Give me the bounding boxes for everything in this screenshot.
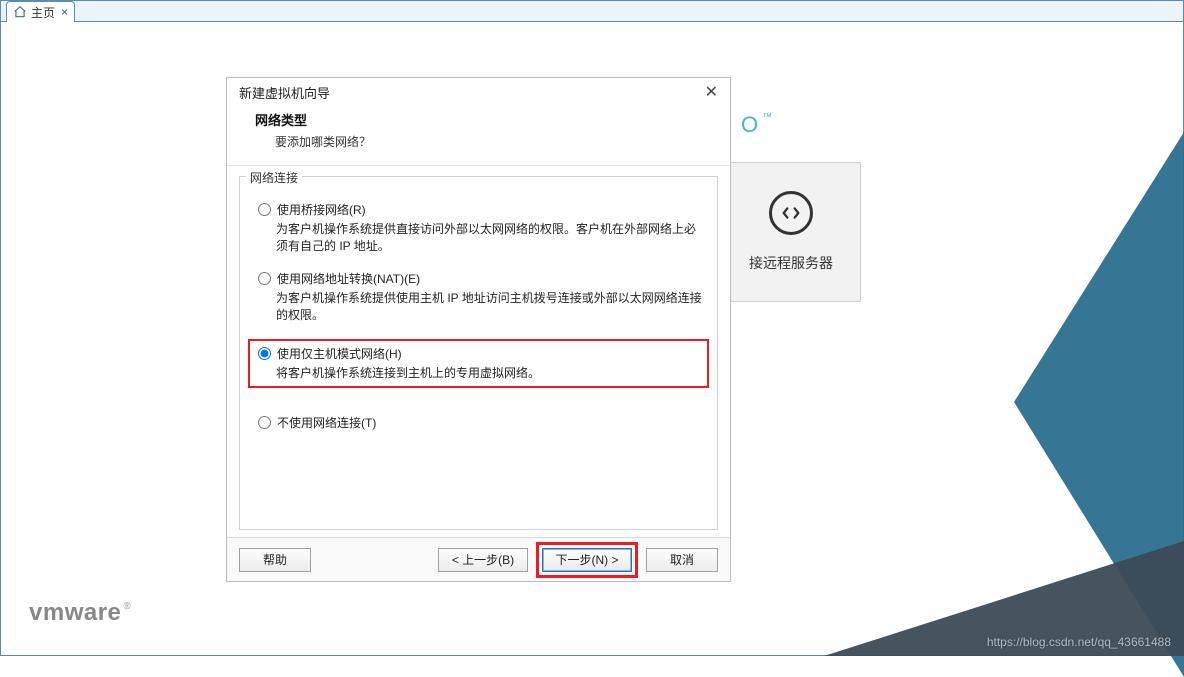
- radio-none-label: 不使用网络连接(T): [277, 414, 376, 431]
- main-area: O™ 接远程服务器 新建虚拟机向导 ✕ 网络类型 要添加哪类网络？ 网络连接 使…: [1, 22, 1183, 655]
- next-button-highlight: 下一步(N) >: [536, 542, 638, 578]
- tile-label: 接远程服务器: [749, 253, 833, 273]
- tab-bar: 主页 ×: [1, 1, 1183, 22]
- radio-nat-desc: 为客户机操作系统提供使用主机 IP 地址访问主机拨号连接或外部以太网网络连接的权…: [276, 290, 703, 325]
- radio-bridge-desc: 为客户机操作系统提供直接访问外部以太网网络的权限。客户机在外部网络上必须有自己的…: [276, 221, 703, 256]
- vmware-logo: vmware®: [29, 599, 131, 627]
- radio-nat-input[interactable]: [258, 272, 271, 285]
- dialog-title: 新建虚拟机向导: [239, 83, 330, 102]
- radio-hostonly[interactable]: 使用仅主机模式网络(H): [254, 345, 703, 362]
- connect-remote-server-tile[interactable]: 接远程服务器: [721, 162, 861, 302]
- radio-nat-label: 使用网络地址转换(NAT)(E): [277, 270, 420, 287]
- tab-home[interactable]: 主页 ×: [6, 1, 75, 22]
- radio-bridge-input[interactable]: [258, 203, 271, 216]
- home-icon: [13, 5, 27, 19]
- tab-label: 主页: [31, 4, 55, 21]
- group-legend: 网络连接: [246, 169, 302, 186]
- dialog-question: 要添加哪类网络？: [275, 133, 702, 150]
- new-vm-wizard-dialog: 新建虚拟机向导 ✕ 网络类型 要添加哪类网络？ 网络连接 使用桥接网络(R) 为…: [226, 77, 731, 582]
- next-button[interactable]: 下一步(N) >: [542, 548, 632, 572]
- help-button[interactable]: 帮助: [239, 548, 311, 572]
- connect-remote-icon: [769, 191, 813, 235]
- close-icon[interactable]: ✕: [701, 82, 722, 102]
- radio-nat[interactable]: 使用网络地址转换(NAT)(E): [254, 270, 703, 287]
- radio-bridge-label: 使用桥接网络(R): [277, 201, 366, 218]
- dialog-button-bar: 帮助 < 上一步(B) 下一步(N) > 取消: [227, 537, 730, 581]
- radio-hostonly-label: 使用仅主机模式网络(H): [277, 345, 402, 362]
- cancel-button[interactable]: 取消: [646, 548, 718, 572]
- radio-none-input[interactable]: [258, 416, 271, 429]
- dialog-subtitle: 网络类型: [255, 110, 702, 129]
- radio-none[interactable]: 不使用网络连接(T): [254, 414, 703, 431]
- radio-bridge[interactable]: 使用桥接网络(R): [254, 201, 703, 218]
- radio-hostonly-desc: 将客户机操作系统连接到主机上的专用虚拟网络。: [276, 365, 703, 382]
- watermark: https://blog.csdn.net/qq_43661488: [987, 635, 1171, 649]
- tab-close-icon[interactable]: ×: [61, 5, 68, 19]
- background-pro-label: O™: [741, 112, 776, 138]
- back-button[interactable]: < 上一步(B): [438, 548, 528, 572]
- network-connection-group: 网络连接 使用桥接网络(R) 为客户机操作系统提供直接访问外部以太网网络的权限。…: [239, 176, 718, 530]
- radio-hostonly-input[interactable]: [258, 347, 271, 360]
